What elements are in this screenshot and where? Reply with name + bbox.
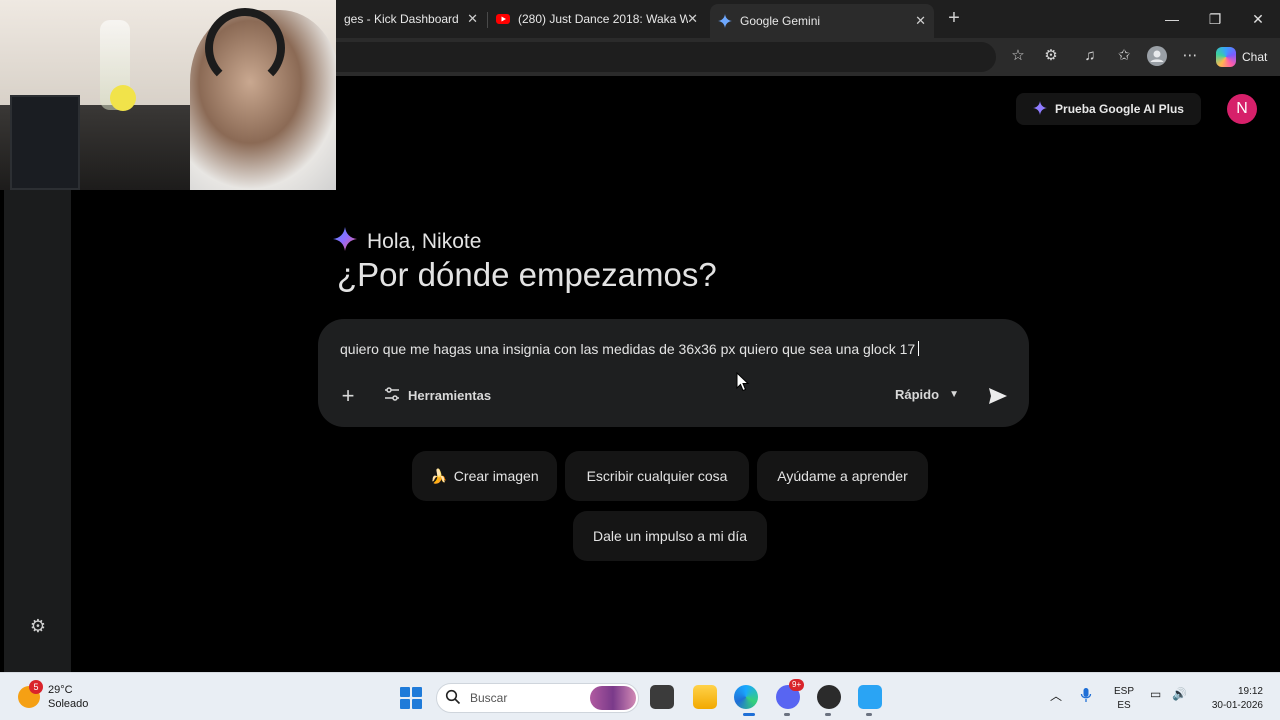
search-icon <box>445 689 461 708</box>
edge-browser-icon[interactable] <box>734 685 758 709</box>
try-ai-plus-button[interactable]: Prueba Google AI Plus <box>1016 93 1201 125</box>
discord-icon[interactable]: 9+ <box>776 679 805 709</box>
weather-condition: Soleado <box>48 698 89 710</box>
webcam-overlay <box>0 0 336 190</box>
youtube-icon <box>496 12 510 26</box>
restore-icon[interactable]: ❐ <box>1205 9 1225 29</box>
send-icon <box>989 388 1007 404</box>
tab-youtube[interactable]: (280) Just Dance 2018: Waka Waka ✕ <box>488 4 706 34</box>
banana-icon: 🍌 <box>430 467 448 484</box>
weather-badge: 5 <box>29 680 43 694</box>
greeting: Hola, Nikote <box>333 227 481 257</box>
tools-label: Herramientas <box>408 388 492 403</box>
webcam-headset <box>205 8 285 88</box>
tab-kick-dashboard[interactable]: ges - Kick Dashboard ✕ <box>336 4 486 34</box>
active-app-indicator <box>743 713 755 716</box>
suggestion-label: Escribir cualquier cosa <box>586 468 728 484</box>
copilot-icon <box>1216 47 1236 67</box>
address-input[interactable] <box>336 42 996 72</box>
avatar[interactable]: N <box>1227 94 1257 124</box>
close-icon[interactable]: ✕ <box>915 13 926 29</box>
close-icon[interactable]: ✕ <box>687 11 698 27</box>
task-view-icon[interactable] <box>650 685 674 709</box>
minimize-icon[interactable]: — <box>1162 9 1182 29</box>
prompt-input[interactable]: quiero que me hagas una insignia con las… <box>340 341 920 357</box>
chevron-down-icon: ▼ <box>949 389 959 400</box>
profile-icon[interactable] <box>1147 46 1167 66</box>
favorite-star-icon[interactable]: ☆ <box>1008 46 1028 66</box>
mouse-cursor-icon <box>736 371 750 392</box>
webcam-monitor <box>10 95 80 190</box>
suggestion-label: Dale un impulso a mi día <box>592 528 748 544</box>
send-button[interactable] <box>987 385 1009 407</box>
text-caret <box>918 341 920 356</box>
close-window-icon[interactable]: ✕ <box>1248 9 1268 29</box>
tab-google-gemini[interactable]: Google Gemini ✕ <box>710 4 934 38</box>
screen: ges - Kick Dashboard ✕ (280) Just Dance … <box>0 0 1280 720</box>
more-menu-icon[interactable]: ⋯ <box>1180 46 1200 66</box>
weather-widget[interactable]: 5 29°C Soleado <box>18 680 88 711</box>
gemini-spark-icon <box>718 14 732 28</box>
notification-badge: 9+ <box>789 679 805 691</box>
app-indicator <box>866 713 872 716</box>
windows-taskbar: 5 29°C Soleado Buscar 9+ ︿ ESP ES ▭ 🔊 19… <box>0 672 1280 720</box>
sun-icon: 5 <box>18 680 43 708</box>
gemini-spark-icon <box>333 227 357 257</box>
app-indicator <box>825 713 831 716</box>
new-tab-button[interactable]: + <box>943 8 965 30</box>
volume-icon[interactable]: 🔊 <box>1172 687 1187 701</box>
obs-icon[interactable] <box>817 685 841 709</box>
language-indicator[interactable]: ESP ES <box>1114 685 1134 713</box>
taskbar-search[interactable]: Buscar <box>436 683 639 713</box>
system-clock[interactable]: 19:12 30-01-2026 <box>1203 685 1263 713</box>
close-icon[interactable]: ✕ <box>467 11 478 27</box>
sliders-icon <box>384 387 400 404</box>
tab-label: Google Gemini <box>740 14 821 28</box>
gemini-spark-icon <box>1033 100 1048 118</box>
prompt-text: quiero que me hagas una insignia con las… <box>340 341 916 357</box>
suggestion-write-anything[interactable]: Escribir cualquier cosa <box>565 451 749 501</box>
microphone-icon[interactable] <box>1080 687 1092 706</box>
greeting-text: Hola, Nikote <box>367 230 482 253</box>
chevron-up-icon[interactable]: ︿ <box>1050 687 1062 704</box>
copilot-chat-button[interactable]: Chat <box>1216 43 1267 71</box>
language-code: ESP <box>1114 686 1135 697</box>
mode-label: Rápido <box>895 387 940 402</box>
search-highlight-image <box>590 686 636 710</box>
clock-time: 19:12 <box>1237 686 1263 697</box>
chat-label: Chat <box>1242 50 1268 64</box>
extensions-icon[interactable]: ⚙ <box>1041 46 1061 66</box>
prompt-composer: quiero que me hagas una insignia con las… <box>318 319 1029 427</box>
search-placeholder: Buscar <box>470 691 508 705</box>
favorites-icon[interactable]: ✩ <box>1114 46 1134 66</box>
ai-plus-label: Prueba Google AI Plus <box>1055 102 1184 116</box>
network-icon[interactable]: ▭ <box>1150 687 1161 701</box>
file-explorer-icon[interactable] <box>693 685 717 709</box>
tab-label: (280) Just Dance 2018: Waka Waka <box>518 12 688 26</box>
weather-text: 29°C Soleado <box>48 683 88 711</box>
gemini-sidebar <box>4 190 71 672</box>
keyboard-layout: ES <box>1117 700 1131 711</box>
page-title: ¿Por dónde empezamos? <box>337 256 717 293</box>
model-mode-dropdown[interactable]: Rápido ▼ <box>895 387 959 402</box>
suggestion-label: Crear imagen <box>453 468 539 484</box>
suggestion-boost-my-day[interactable]: Dale un impulso a mi día <box>573 511 767 561</box>
media-icon[interactable]: ♫ <box>1080 46 1100 66</box>
suggestion-help-me-learn[interactable]: Ayúdame a aprender <box>757 451 928 501</box>
app-icon[interactable] <box>858 685 882 709</box>
suggestion-label: Ayúdame a aprender <box>777 468 908 484</box>
suggestion-create-image[interactable]: 🍌 Crear imagen <box>412 451 557 501</box>
tools-button[interactable]: Herramientas <box>384 387 491 404</box>
webcam-lemon <box>110 85 136 111</box>
start-button[interactable] <box>400 687 422 709</box>
weather-temp: 29°C <box>48 684 73 696</box>
app-indicator <box>784 713 790 716</box>
add-attachment-button[interactable]: + <box>338 385 358 407</box>
tab-label: ges - Kick Dashboard <box>344 12 459 26</box>
settings-gear-icon[interactable]: ⚙ <box>28 616 48 636</box>
clock-date: 30-01-2026 <box>1211 700 1263 711</box>
